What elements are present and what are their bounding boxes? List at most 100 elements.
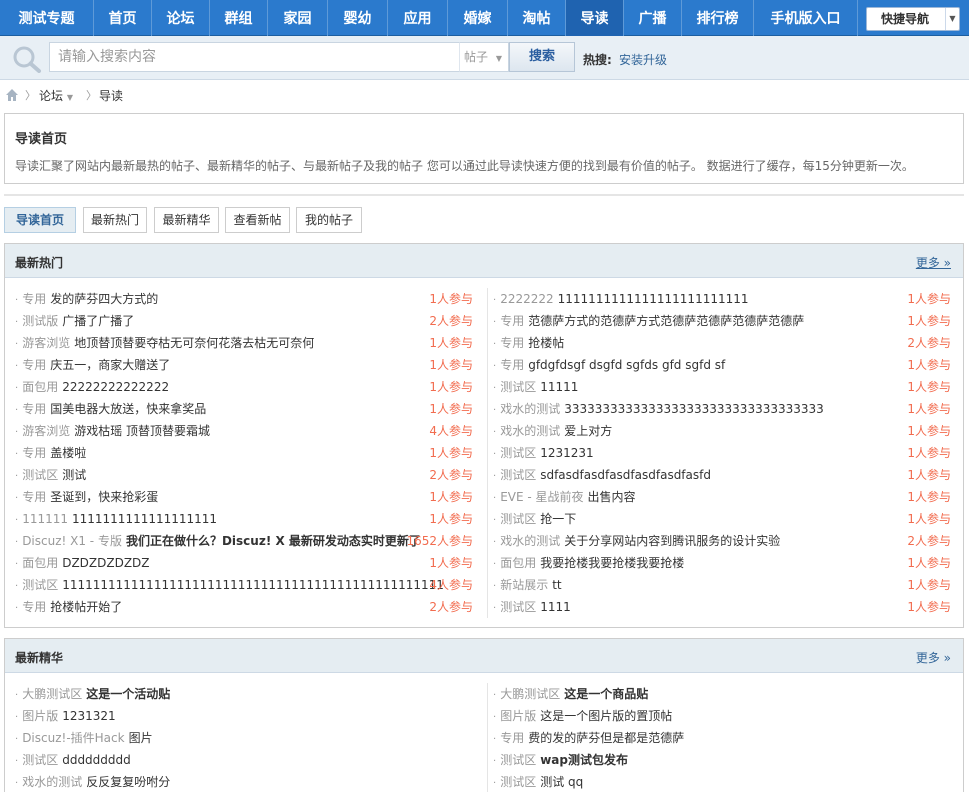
- forum-link[interactable]: 专用: [500, 314, 524, 328]
- thread-link[interactable]: 图片: [129, 731, 153, 745]
- breadcrumb-forum[interactable]: 论坛 ▼: [39, 86, 73, 108]
- nav-item-guide[interactable]: 导读: [566, 0, 624, 36]
- nav-item-home[interactable]: 首页: [94, 0, 152, 36]
- forum-link[interactable]: 测试区: [500, 380, 536, 394]
- forum-link[interactable]: 图片版: [22, 709, 58, 723]
- home-icon[interactable]: [5, 88, 19, 102]
- search-type-select[interactable]: 帖子 ▼: [459, 42, 509, 72]
- thread-link[interactable]: 游戏枯瑶 顶替顶替要霜城: [74, 424, 210, 438]
- thread-link[interactable]: 我要抢楼我要抢楼我要抢楼: [540, 556, 684, 570]
- thread-link[interactable]: 我们正在做什么？Discuz! X 最新研发动态实时更新了: [126, 534, 421, 548]
- forum-link[interactable]: 新站展示: [500, 578, 548, 592]
- thread-link[interactable]: 1111: [540, 600, 571, 614]
- thread-link[interactable]: 抢一下: [540, 512, 576, 526]
- thread-link[interactable]: 这是一个活动贴: [86, 687, 170, 701]
- hot-more-link[interactable]: 更多 »: [916, 254, 951, 271]
- thread-link[interactable]: 1231231: [540, 446, 593, 460]
- forum-link[interactable]: 游客浏览: [22, 424, 70, 438]
- thread-link[interactable]: 抢楼帖开始了: [50, 600, 122, 614]
- thread-link[interactable]: 关于分享网站内容到腾讯服务的设计实验: [564, 534, 780, 548]
- nav-item-group[interactable]: 群组: [210, 0, 268, 36]
- thread-link[interactable]: 出售内容: [588, 490, 636, 504]
- tab-guide-home[interactable]: 导读首页: [4, 207, 76, 233]
- thread-link[interactable]: wap测试包发布: [540, 753, 628, 767]
- nav-item-special[interactable]: 测试专题: [0, 0, 94, 36]
- forum-link[interactable]: 专用: [22, 446, 46, 460]
- forum-link[interactable]: 戏水的测试: [22, 775, 82, 789]
- forum-link[interactable]: 测试区: [500, 468, 536, 482]
- thread-link[interactable]: 这是一个图片版的置顶帖: [540, 709, 672, 723]
- tab-latest-hot[interactable]: 最新热门: [83, 207, 147, 233]
- hot-search-link[interactable]: 安装升级: [619, 51, 667, 68]
- search-input[interactable]: 请输入搜索内容: [49, 42, 461, 72]
- forum-link[interactable]: 测试区: [22, 468, 58, 482]
- forum-link[interactable]: 大鹏测试区: [500, 687, 560, 701]
- nav-item-baby[interactable]: 婴幼: [328, 0, 388, 36]
- nav-item-wedding[interactable]: 婚嫁: [448, 0, 508, 36]
- nav-item-collection[interactable]: 淘帖: [508, 0, 566, 36]
- forum-link[interactable]: 2222222: [500, 292, 553, 306]
- thread-link[interactable]: 费的发的萨芬但是都是范德萨: [528, 731, 684, 745]
- forum-link[interactable]: 测试区: [22, 578, 58, 592]
- forum-link[interactable]: 111111: [22, 512, 68, 526]
- thread-link[interactable]: 爱上对方: [564, 424, 612, 438]
- forum-link[interactable]: 专用: [22, 402, 46, 416]
- forum-link[interactable]: 专用: [22, 600, 46, 614]
- forum-link[interactable]: 测试区: [500, 512, 536, 526]
- forum-link[interactable]: 大鹏测试区: [22, 687, 82, 701]
- thread-link[interactable]: 发的萨芬四大方式的: [50, 292, 158, 306]
- thread-link[interactable]: 1111111111111111111111111: [558, 292, 749, 306]
- forum-link[interactable]: 面包用: [500, 556, 536, 570]
- forum-link[interactable]: 面包用: [22, 556, 58, 570]
- thread-link[interactable]: 圣诞到，快来抢彩蛋: [50, 490, 158, 504]
- thread-link[interactable]: 1111111111111111111111111111111111111111…: [62, 578, 444, 592]
- forum-link[interactable]: 测试区: [22, 753, 58, 767]
- forum-link[interactable]: 专用: [22, 292, 46, 306]
- forum-link[interactable]: 测试区: [500, 775, 536, 789]
- forum-link[interactable]: 游客浏览: [22, 336, 70, 350]
- quick-nav-button[interactable]: 快捷导航 ▼: [866, 7, 960, 31]
- thread-link[interactable]: 国美电器大放送，快来拿奖品: [50, 402, 206, 416]
- nav-item-forum[interactable]: 论坛: [152, 0, 210, 36]
- forum-link[interactable]: 专用: [500, 336, 524, 350]
- thread-link[interactable]: 这是一个商品贴: [564, 687, 648, 701]
- thread-link[interactable]: DZDZDZDZDZ: [62, 556, 149, 570]
- forum-link[interactable]: Discuz!-插件Hack: [22, 731, 124, 745]
- forum-link[interactable]: EVE - 星战前夜: [500, 490, 583, 504]
- thread-link[interactable]: 反反复复吩咐分: [86, 775, 170, 789]
- thread-link[interactable]: 范德萨方式的范德萨方式范德萨范德萨范德萨范德萨: [528, 314, 804, 328]
- forum-link[interactable]: 测试版: [22, 314, 58, 328]
- thread-link[interactable]: tt: [552, 578, 561, 592]
- forum-link[interactable]: 测试区: [500, 753, 536, 767]
- thread-link[interactable]: 3333333333333333333333333333333333: [564, 402, 824, 416]
- tab-my-posts[interactable]: 我的帖子: [296, 207, 362, 233]
- nav-item-mobile[interactable]: 手机版入口: [754, 0, 858, 36]
- thread-link[interactable]: sdfasdfasdfasdfasdfasdfasfd: [540, 468, 711, 482]
- thread-link[interactable]: 测试: [62, 468, 86, 482]
- thread-link[interactable]: 地顶替顶替要夺枯无可奈何花落去枯无可奈何: [74, 336, 314, 350]
- forum-link[interactable]: 戏水的测试: [500, 534, 560, 548]
- forum-link[interactable]: 专用: [500, 358, 524, 372]
- nav-item-app[interactable]: 应用: [388, 0, 448, 36]
- thread-link[interactable]: 11111: [540, 380, 578, 394]
- forum-link[interactable]: 专用: [22, 490, 46, 504]
- search-button[interactable]: 搜索: [509, 42, 575, 72]
- tab-latest-digest[interactable]: 最新精华: [154, 207, 219, 233]
- nav-item-ranking[interactable]: 排行榜: [682, 0, 754, 36]
- thread-link[interactable]: 1231321: [62, 709, 115, 723]
- thread-link[interactable]: 广播了广播了: [62, 314, 134, 328]
- thread-link[interactable]: 抢楼帖: [528, 336, 564, 350]
- thread-link[interactable]: 盖楼啦: [50, 446, 86, 460]
- forum-link[interactable]: 专用: [22, 358, 46, 372]
- forum-link[interactable]: 测试区: [500, 446, 536, 460]
- thread-link[interactable]: ddddddddd: [62, 753, 131, 767]
- tab-new-posts[interactable]: 查看新帖: [225, 207, 290, 233]
- thread-link[interactable]: 1111111111111111111: [72, 512, 217, 526]
- forum-link[interactable]: 测试区: [500, 600, 536, 614]
- thread-link[interactable]: 测试 qq: [540, 775, 583, 789]
- forum-link[interactable]: 图片版: [500, 709, 536, 723]
- nav-item-broadcast[interactable]: 广播: [624, 0, 682, 36]
- digest-more-link[interactable]: 更多 »: [916, 649, 951, 666]
- thread-link[interactable]: 庆五一，商家大赠送了: [50, 358, 170, 372]
- forum-link[interactable]: 专用: [500, 731, 524, 745]
